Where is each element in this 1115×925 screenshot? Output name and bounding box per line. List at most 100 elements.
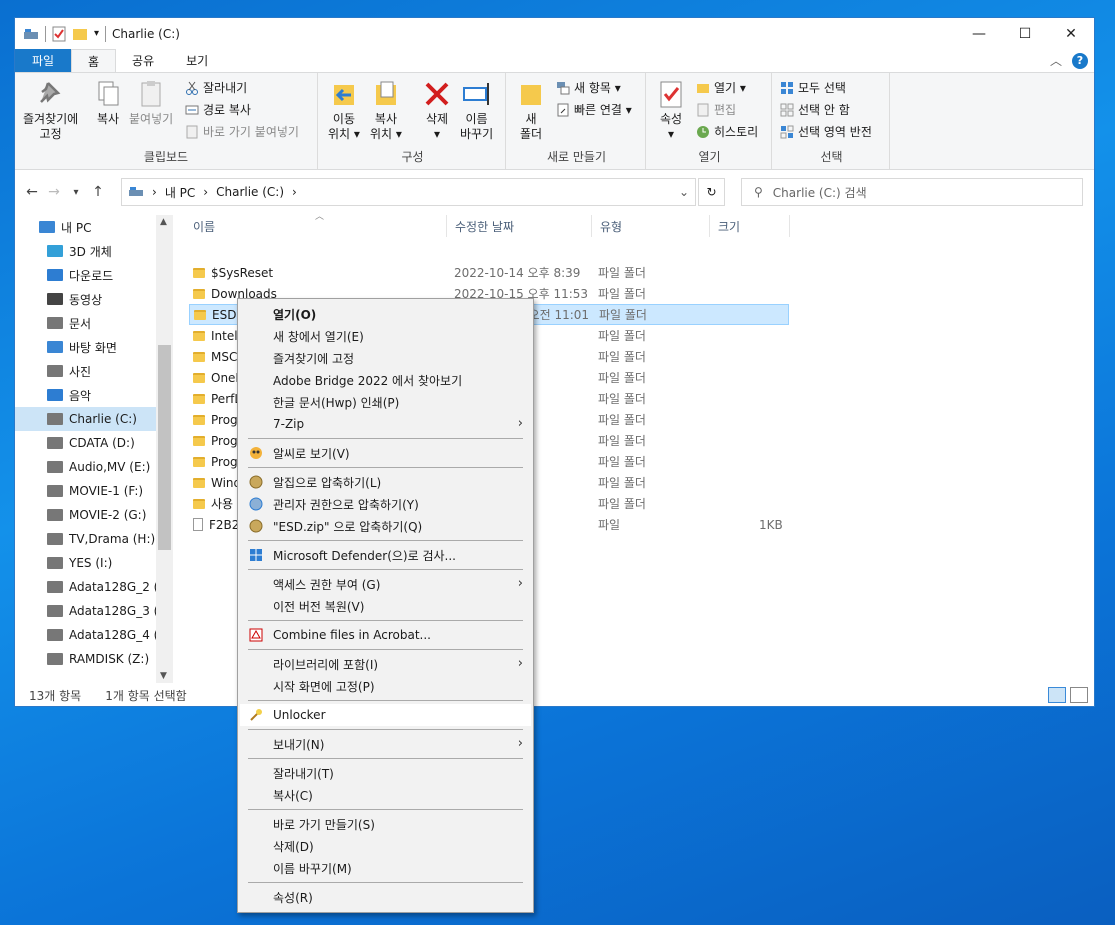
minimize-button[interactable]: — [956,18,1002,49]
nav-item[interactable]: Adata128G_2 (J: [15,575,173,599]
tab-home[interactable]: 홈 [71,49,117,72]
qat-dropdown-icon[interactable]: ▾ [94,28,99,39]
new-folder-qat-icon[interactable] [72,27,88,41]
context-menu-item[interactable]: 속성(R) [240,886,531,908]
context-menu-item[interactable]: Adobe Bridge 2022 에서 찾아보기 [240,369,531,391]
nav-item[interactable]: 내 PC [15,215,173,239]
context-menu-item[interactable]: 삭제(D) [240,835,531,857]
breadcrumb-charlie[interactable]: Charlie (C:) [216,185,284,199]
nav-item[interactable]: RAMDISK (Z:) [15,647,173,671]
new-folder-button[interactable]: 새 폴더 [516,79,546,142]
delete-button[interactable]: 삭제 ▾ [422,79,452,142]
copy-button[interactable]: 복사 [93,79,123,127]
column-type[interactable]: 유형 [592,215,710,237]
table-row[interactable]: $SysReset 2022-10-14 오후 8:39 파일 폴더 [189,262,789,283]
column-size[interactable]: 크기 [710,215,790,237]
cut-button[interactable]: 잘라내기 [185,79,247,96]
context-menu-item[interactable]: 알씨로 보기(V) [240,442,531,464]
tab-view[interactable]: 보기 [170,49,224,72]
close-button[interactable]: ✕ [1048,18,1094,49]
context-menu-item[interactable]: Microsoft Defender(으)로 검사... [240,544,531,566]
tab-share[interactable]: 공유 [116,49,170,72]
move-to-button[interactable]: 이동 위치 ▾ [328,79,360,142]
copy-path-button[interactable]: 경로 복사 [185,101,251,118]
scroll-down-icon[interactable]: ▼ [160,671,167,681]
nav-item-label: 다운로드 [69,268,114,283]
nav-item[interactable]: YES (I:) [15,551,173,575]
large-icons-view-button[interactable] [1070,687,1088,703]
recent-locations-button[interactable]: ▾ [65,187,87,198]
context-menu-item[interactable]: 복사(C) [240,784,531,806]
context-menu-item[interactable]: 즐겨찾기에 고정 [240,347,531,369]
nav-item[interactable]: 문서 [15,311,173,335]
scroll-thumb[interactable] [158,345,171,550]
nav-item[interactable]: MOVIE-1 (F:) [15,479,173,503]
nav-item[interactable]: 음악 [15,383,173,407]
open-button[interactable]: 열기 ▾ [696,79,746,96]
new-item-button[interactable]: 새 항목 ▾ [556,79,621,96]
select-none-button[interactable]: 선택 안 함 [780,101,850,118]
context-menu-item[interactable]: Unlocker [240,704,531,726]
select-all-button[interactable]: 모두 선택 [780,79,846,96]
nav-item[interactable]: Adata128G_3 (K [15,599,173,623]
rename-label: 이름 바꾸기 [460,112,494,141]
up-button[interactable]: ↑ [87,184,109,200]
back-button[interactable]: ← [21,184,43,200]
search-input[interactable]: ⚲ Charlie (C:) 검색 [741,178,1083,206]
rename-button[interactable]: 이름 바꾸기 [460,79,493,142]
rename-icon [462,83,489,105]
nav-item[interactable]: 다운로드 [15,263,173,287]
paste-shortcut-button[interactable]: 바로 가기 붙여넣기 [185,123,299,140]
context-menu-item[interactable]: 이름 바꾸기(M) [240,857,531,879]
context-menu-item[interactable]: 보내기(N) › [240,733,531,755]
context-menu-item[interactable]: 열기(O) [240,303,531,325]
context-menu-item[interactable]: 이전 버전 복원(V) [240,595,531,617]
drive-icon[interactable] [23,27,39,41]
context-menu-item[interactable]: 관리자 권한으로 압축하기(Y) [240,493,531,515]
pin-button[interactable]: 즐겨찾기에 고정 [23,79,78,142]
nav-item[interactable]: CDATA (D:) [15,431,173,455]
context-menu-item[interactable]: 라이브러리에 포함(I) › [240,653,531,675]
nav-item[interactable]: MOVIE-2 (G:) [15,503,173,527]
context-menu-item[interactable]: Combine files in Acrobat... [240,624,531,646]
details-view-button[interactable] [1048,687,1066,703]
nav-item[interactable]: Audio,MV (E:) [15,455,173,479]
context-menu-item[interactable]: 바로 가기 만들기(S) [240,813,531,835]
context-menu-item[interactable]: 7-Zip › [240,413,531,435]
invert-selection-button[interactable]: 선택 영역 반전 [780,123,872,140]
context-menu-item[interactable]: 시작 화면에 고정(P) [240,675,531,697]
context-menu-item[interactable]: 한글 문서(Hwp) 인쇄(P) [240,391,531,413]
scroll-up-icon[interactable]: ▲ [160,217,167,227]
context-menu-item[interactable]: 새 창에서 열기(E) [240,325,531,347]
system-drive-icon [47,413,63,425]
context-menu-item[interactable]: 액세스 권한 부여 (G) › [240,573,531,595]
collapse-ribbon-icon[interactable]: ︿ [1050,52,1062,69]
column-date[interactable]: 수정한 날짜 [447,215,592,237]
nav-item[interactable]: 3D 개체 [15,239,173,263]
edit-button[interactable]: 편집 [696,101,736,118]
address-dropdown-icon[interactable]: ⌄ [679,185,689,199]
paste-button[interactable]: 붙여넣기 [129,79,173,127]
copy-to-button[interactable]: 복사 위치 ▾ [370,79,402,142]
address-bar[interactable]: › 내 PC › Charlie (C:) › ⌄ [121,178,696,206]
nav-item[interactable]: 동영상 [15,287,173,311]
nav-item[interactable]: Charlie (C:) [15,407,173,431]
breadcrumb-this-pc[interactable]: 내 PC [165,184,195,201]
maximize-button[interactable]: ☐ [1002,18,1048,49]
context-menu-item[interactable]: 알집으로 압축하기(L) [240,471,531,493]
help-icon[interactable]: ? [1072,52,1088,69]
forward-button[interactable]: → [43,184,65,200]
nav-item[interactable]: 사진 [15,359,173,383]
tab-file[interactable]: 파일 [15,49,71,72]
history-button[interactable]: 히스토리 [696,123,758,140]
context-menu-item[interactable]: 잘라내기(T) [240,762,531,784]
properties-qat-icon[interactable] [52,26,66,42]
context-menu-item[interactable]: "ESD.zip" 으로 압축하기(Q) [240,515,531,537]
properties-button[interactable]: 속성 ▾ [656,79,686,142]
nav-item[interactable]: TV,Drama (H:) [15,527,173,551]
refresh-button[interactable]: ↻ [698,178,725,206]
nav-item[interactable]: 바탕 화면 [15,335,173,359]
nav-item[interactable]: Adata128G_4 (L [15,623,173,647]
easy-access-button[interactable]: 빠른 연결 ▾ [556,101,632,118]
nav-scrollbar[interactable]: ▲ ▼ [156,215,173,683]
